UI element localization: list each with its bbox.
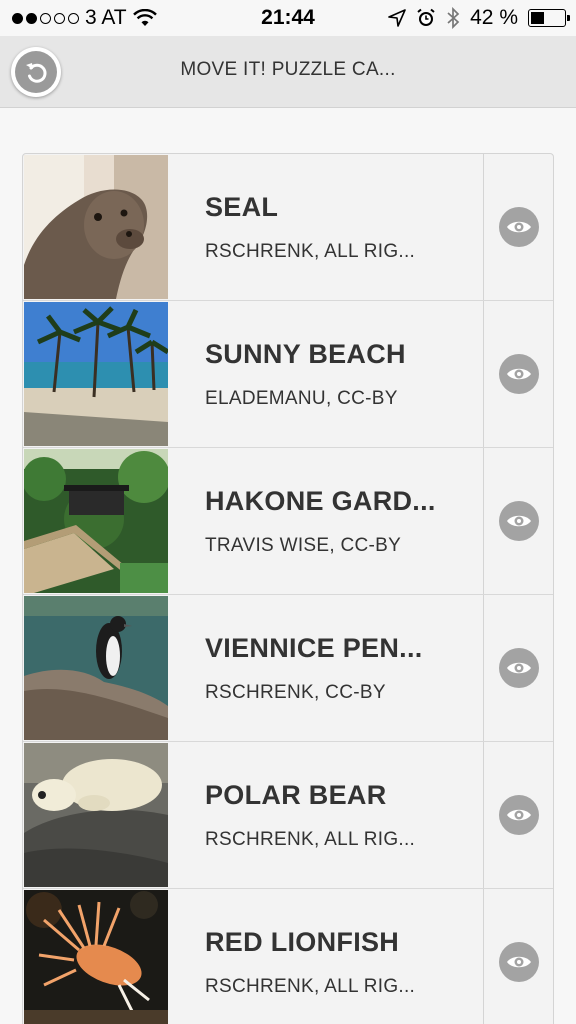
preview-cell (483, 448, 554, 594)
puzzle-list: SEAL RSCHRENK, ALL RIG... SUNNY BEACH EL… (22, 153, 554, 1024)
puzzle-thumbnail-polar-bear (24, 743, 168, 887)
puzzle-title: RED LIONFISH (205, 927, 400, 957)
puzzle-credit: RSCHRENK, CC-BY (205, 682, 386, 703)
puzzle-title: SUNNY BEACH (205, 339, 406, 369)
puzzle-thumbnail-seal (24, 155, 168, 299)
status-bar: 21:44 3 AT 42 % (0, 0, 576, 36)
puzzle-title: VIENNICE PEN... (205, 633, 423, 663)
nav-bar: MOVE IT! PUZZLE CA... (0, 36, 576, 108)
puzzle-credit: RSCHRENK, ALL RIG... (205, 829, 416, 850)
puzzle-title: SEAL (205, 192, 279, 222)
puzzle-thumbnail-garden (24, 449, 168, 593)
eye-icon[interactable] (499, 207, 539, 247)
puzzle-thumbnail-lionfish (24, 890, 168, 1024)
eye-icon[interactable] (499, 795, 539, 835)
eye-icon[interactable] (499, 501, 539, 541)
puzzle-thumbnail-penguin (24, 596, 168, 740)
puzzle-thumbnail-beach (24, 302, 168, 446)
puzzle-credit: RSCHRENK, ALL RIG... (205, 976, 416, 997)
puzzle-credit: ELADEMANU, CC-BY (205, 388, 398, 409)
status-left: 3 AT (12, 0, 157, 36)
list-item[interactable]: POLAR BEAR RSCHRENK, ALL RIG... (23, 742, 553, 889)
battery-icon (528, 9, 570, 27)
list-item[interactable]: VIENNICE PEN... RSCHRENK, CC-BY (23, 595, 553, 742)
bluetooth-icon (447, 7, 460, 29)
location-arrow-icon (388, 9, 406, 27)
puzzle-title: HAKONE GARD... (205, 486, 436, 516)
eye-icon[interactable] (499, 942, 539, 982)
preview-cell (483, 301, 554, 447)
wifi-icon (132, 9, 157, 26)
puzzle-title: POLAR BEAR (205, 780, 387, 810)
page-title: MOVE IT! PUZZLE CA... (180, 59, 396, 80)
preview-cell (483, 889, 554, 1024)
back-button[interactable] (11, 47, 61, 97)
list-item[interactable]: SEAL RSCHRENK, ALL RIG... (23, 154, 553, 301)
list-item[interactable]: SUNNY BEACH ELADEMANU, CC-BY (23, 301, 553, 448)
alarm-clock-icon (417, 8, 435, 26)
preview-cell (483, 154, 554, 300)
battery-percent: 42 % (470, 6, 518, 29)
back-arrow-icon (15, 51, 57, 93)
eye-icon[interactable] (499, 354, 539, 394)
signal-strength-icon (12, 12, 79, 24)
preview-cell (483, 742, 554, 888)
preview-cell (483, 595, 554, 741)
list-item[interactable]: RED LIONFISH RSCHRENK, ALL RIG... (23, 889, 553, 1024)
status-right: 42 % (388, 0, 570, 36)
puzzle-credit: RSCHRENK, ALL RIG... (205, 241, 416, 262)
list-item[interactable]: HAKONE GARD... TRAVIS WISE, CC-BY (23, 448, 553, 595)
puzzle-credit: TRAVIS WISE, CC-BY (205, 535, 402, 556)
carrier-name: 3 AT (85, 6, 127, 29)
eye-icon[interactable] (499, 648, 539, 688)
